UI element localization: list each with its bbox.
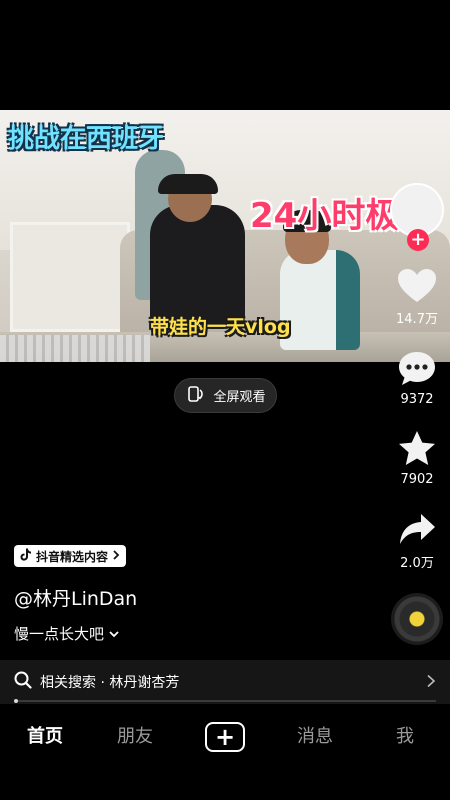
caption[interactable]: 慢一点长大吧 [14, 623, 120, 644]
heart-icon [392, 268, 442, 304]
fullscreen-button[interactable]: 全屏观看 [174, 378, 277, 413]
video-overlay-title: 挑战在西班牙 [8, 124, 165, 154]
fullscreen-label: 全屏观看 [213, 390, 266, 405]
comment-button[interactable]: 9372 [392, 350, 442, 407]
comment-count: 9372 [400, 392, 434, 407]
video-progress-bar[interactable] [14, 699, 436, 703]
author-name[interactable]: @林丹LinDan [14, 584, 137, 611]
favorite-count: 7902 [400, 472, 434, 487]
video-scene-man [150, 205, 245, 325]
like-count: 14.7万 [396, 312, 438, 327]
favorite-button[interactable]: 7902 [392, 430, 442, 487]
related-search-query: 林丹谢杏芳 [109, 675, 180, 691]
related-search-separator: · [100, 675, 105, 691]
chevron-down-icon [108, 625, 120, 643]
video-overlay-hours: 24小时极 [250, 196, 400, 236]
chevron-right-icon [426, 673, 436, 692]
douyin-logo-icon [20, 548, 32, 564]
plus-icon: + [205, 722, 245, 752]
follow-plus-icon[interactable]: + [407, 229, 429, 251]
video-scene-cap [158, 174, 218, 194]
related-search-bar[interactable]: 相关搜索 · 林丹谢杏芳 [0, 660, 450, 704]
featured-content-badge[interactable]: 抖音精选内容 [14, 545, 127, 567]
bottom-tab-bar: 首页 朋友 + 消息 我 [0, 706, 450, 800]
music-disc-icon[interactable] [391, 593, 443, 645]
create-button[interactable]: + [180, 722, 270, 752]
share-button[interactable]: 2.0万 [392, 512, 442, 571]
video-progress-fill [14, 699, 18, 703]
video-scene-basket [0, 335, 150, 362]
video-scene-wall-panel [10, 222, 130, 332]
search-icon [14, 671, 32, 693]
like-button[interactable]: 14.7万 [392, 268, 442, 327]
video-overlay-vlog: 带娃的一天vlog [150, 316, 291, 338]
chevron-right-icon [112, 549, 120, 563]
author-avatar-group[interactable]: + [390, 183, 444, 253]
share-arrow-icon [392, 512, 442, 548]
tab-friends[interactable]: 朋友 [90, 722, 180, 748]
tab-home[interactable]: 首页 [0, 722, 90, 748]
share-count: 2.0万 [400, 556, 434, 571]
rotate-screen-icon [185, 384, 205, 408]
caption-text: 慢一点长大吧 [14, 625, 105, 643]
tab-messages[interactable]: 消息 [270, 722, 360, 748]
related-search-text: 相关搜索 · 林丹谢杏芳 [40, 672, 179, 692]
related-search-prefix: 相关搜索 [40, 675, 96, 691]
featured-content-label: 抖音精选内容 [36, 549, 109, 564]
comment-icon [392, 350, 442, 388]
video-scene-boy [280, 250, 360, 350]
star-icon [392, 430, 442, 468]
tab-me[interactable]: 我 [360, 722, 450, 748]
